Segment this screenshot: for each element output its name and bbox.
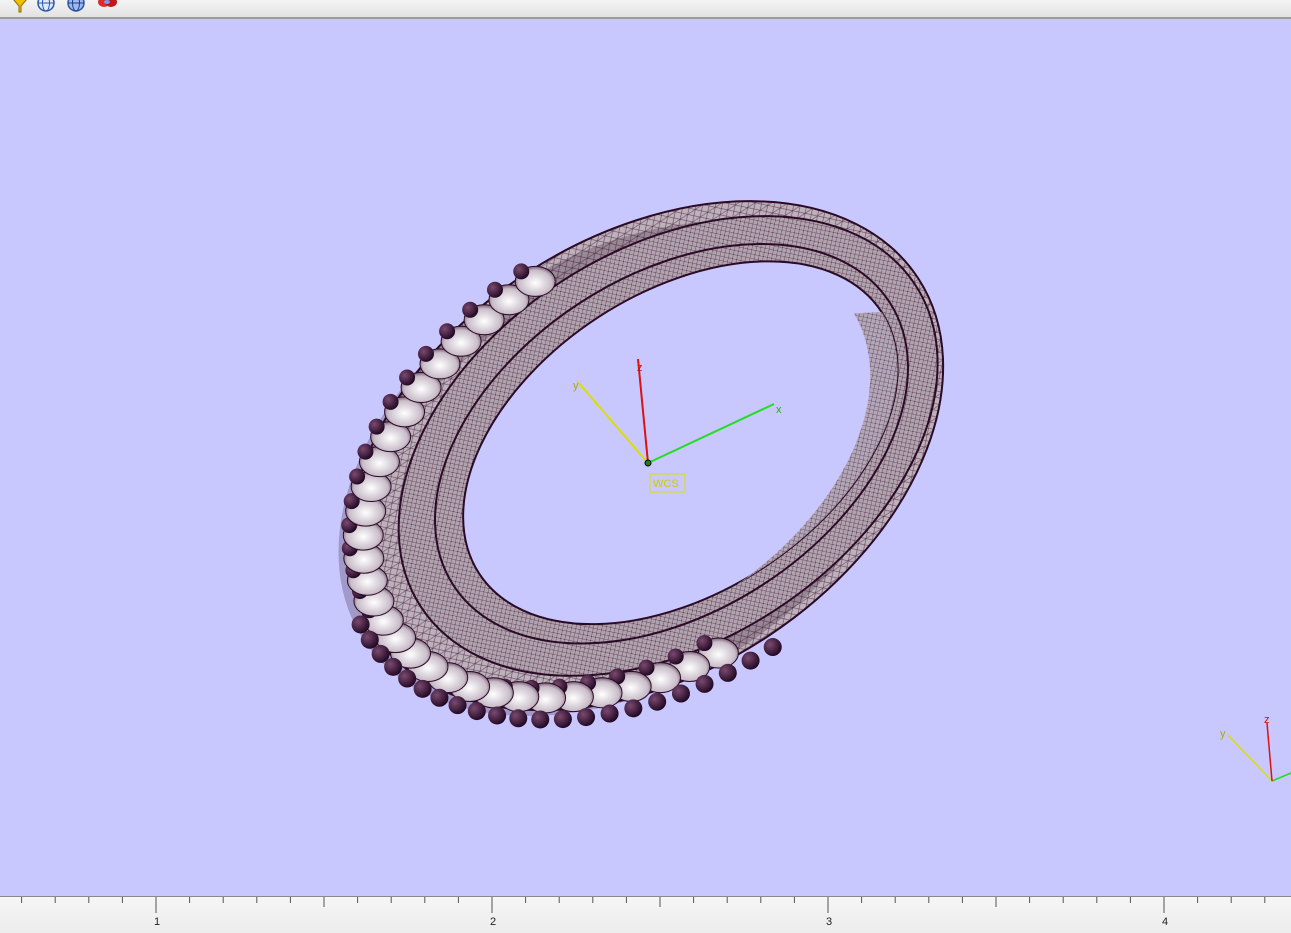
ruler-label-2: 2 <box>490 916 497 928</box>
outer-prong <box>384 657 403 676</box>
outer-prong <box>398 669 417 688</box>
outer-prong <box>648 692 667 711</box>
gem-prong <box>513 263 530 280</box>
corner-z-label: z <box>1264 714 1270 726</box>
ruler-label-4: 4 <box>1162 916 1169 928</box>
outer-prong <box>695 674 714 693</box>
outer-prong <box>718 663 737 682</box>
outer-prong <box>430 688 449 707</box>
outer-prong <box>577 708 596 727</box>
gem-prong <box>667 648 684 665</box>
outer-prong <box>553 710 572 729</box>
globe-shaded-view-icon[interactable] <box>65 0 87 13</box>
outer-prong <box>741 651 760 670</box>
outer-prong <box>600 704 619 723</box>
outer-prong <box>671 684 690 703</box>
gem-prong <box>357 443 374 460</box>
render-view-icon[interactable] <box>96 0 118 13</box>
z-axis-label: z <box>637 362 643 374</box>
outer-prong <box>413 679 432 698</box>
outer-prong <box>448 696 467 715</box>
funnel-filter-icon[interactable] <box>10 0 32 13</box>
gem-prong <box>368 418 385 435</box>
wcs-label: WCS <box>653 478 679 490</box>
gem-prong <box>439 323 456 340</box>
bottom-ruler: 1 2 3 4 <box>0 896 1291 933</box>
corner-axes: y z <box>1220 714 1291 782</box>
outer-prong <box>531 710 550 729</box>
gem-prong <box>382 393 399 410</box>
gem-prong <box>696 635 713 652</box>
outer-prong <box>763 638 782 657</box>
outer-prong <box>351 615 370 634</box>
corner-y-label: y <box>1220 728 1226 740</box>
outer-prong <box>509 709 528 728</box>
outer-prong <box>488 706 507 725</box>
y-axis-label: y <box>573 380 579 392</box>
gem-prong <box>349 468 366 485</box>
gem-prong <box>462 301 479 318</box>
x-axis-label: x <box>776 404 782 416</box>
outer-prong <box>360 630 379 649</box>
origin-point <box>644 459 652 467</box>
gem-prong <box>417 345 434 362</box>
outer-prong <box>467 702 486 721</box>
outer-prong <box>624 699 643 718</box>
ring-model: x y z WCS y z <box>338 200 1291 782</box>
gem-prong <box>399 369 416 386</box>
ruler-ticks <box>21 897 1266 913</box>
ruler-label-1: 1 <box>154 916 161 928</box>
ruler-label-3: 3 <box>826 916 833 928</box>
outer-prong <box>371 644 390 663</box>
3d-viewport[interactable]: x y z WCS y z <box>0 19 1291 896</box>
gem-prong <box>486 281 503 298</box>
toolbar <box>0 0 1291 19</box>
globe-view-icon[interactable] <box>35 0 57 13</box>
